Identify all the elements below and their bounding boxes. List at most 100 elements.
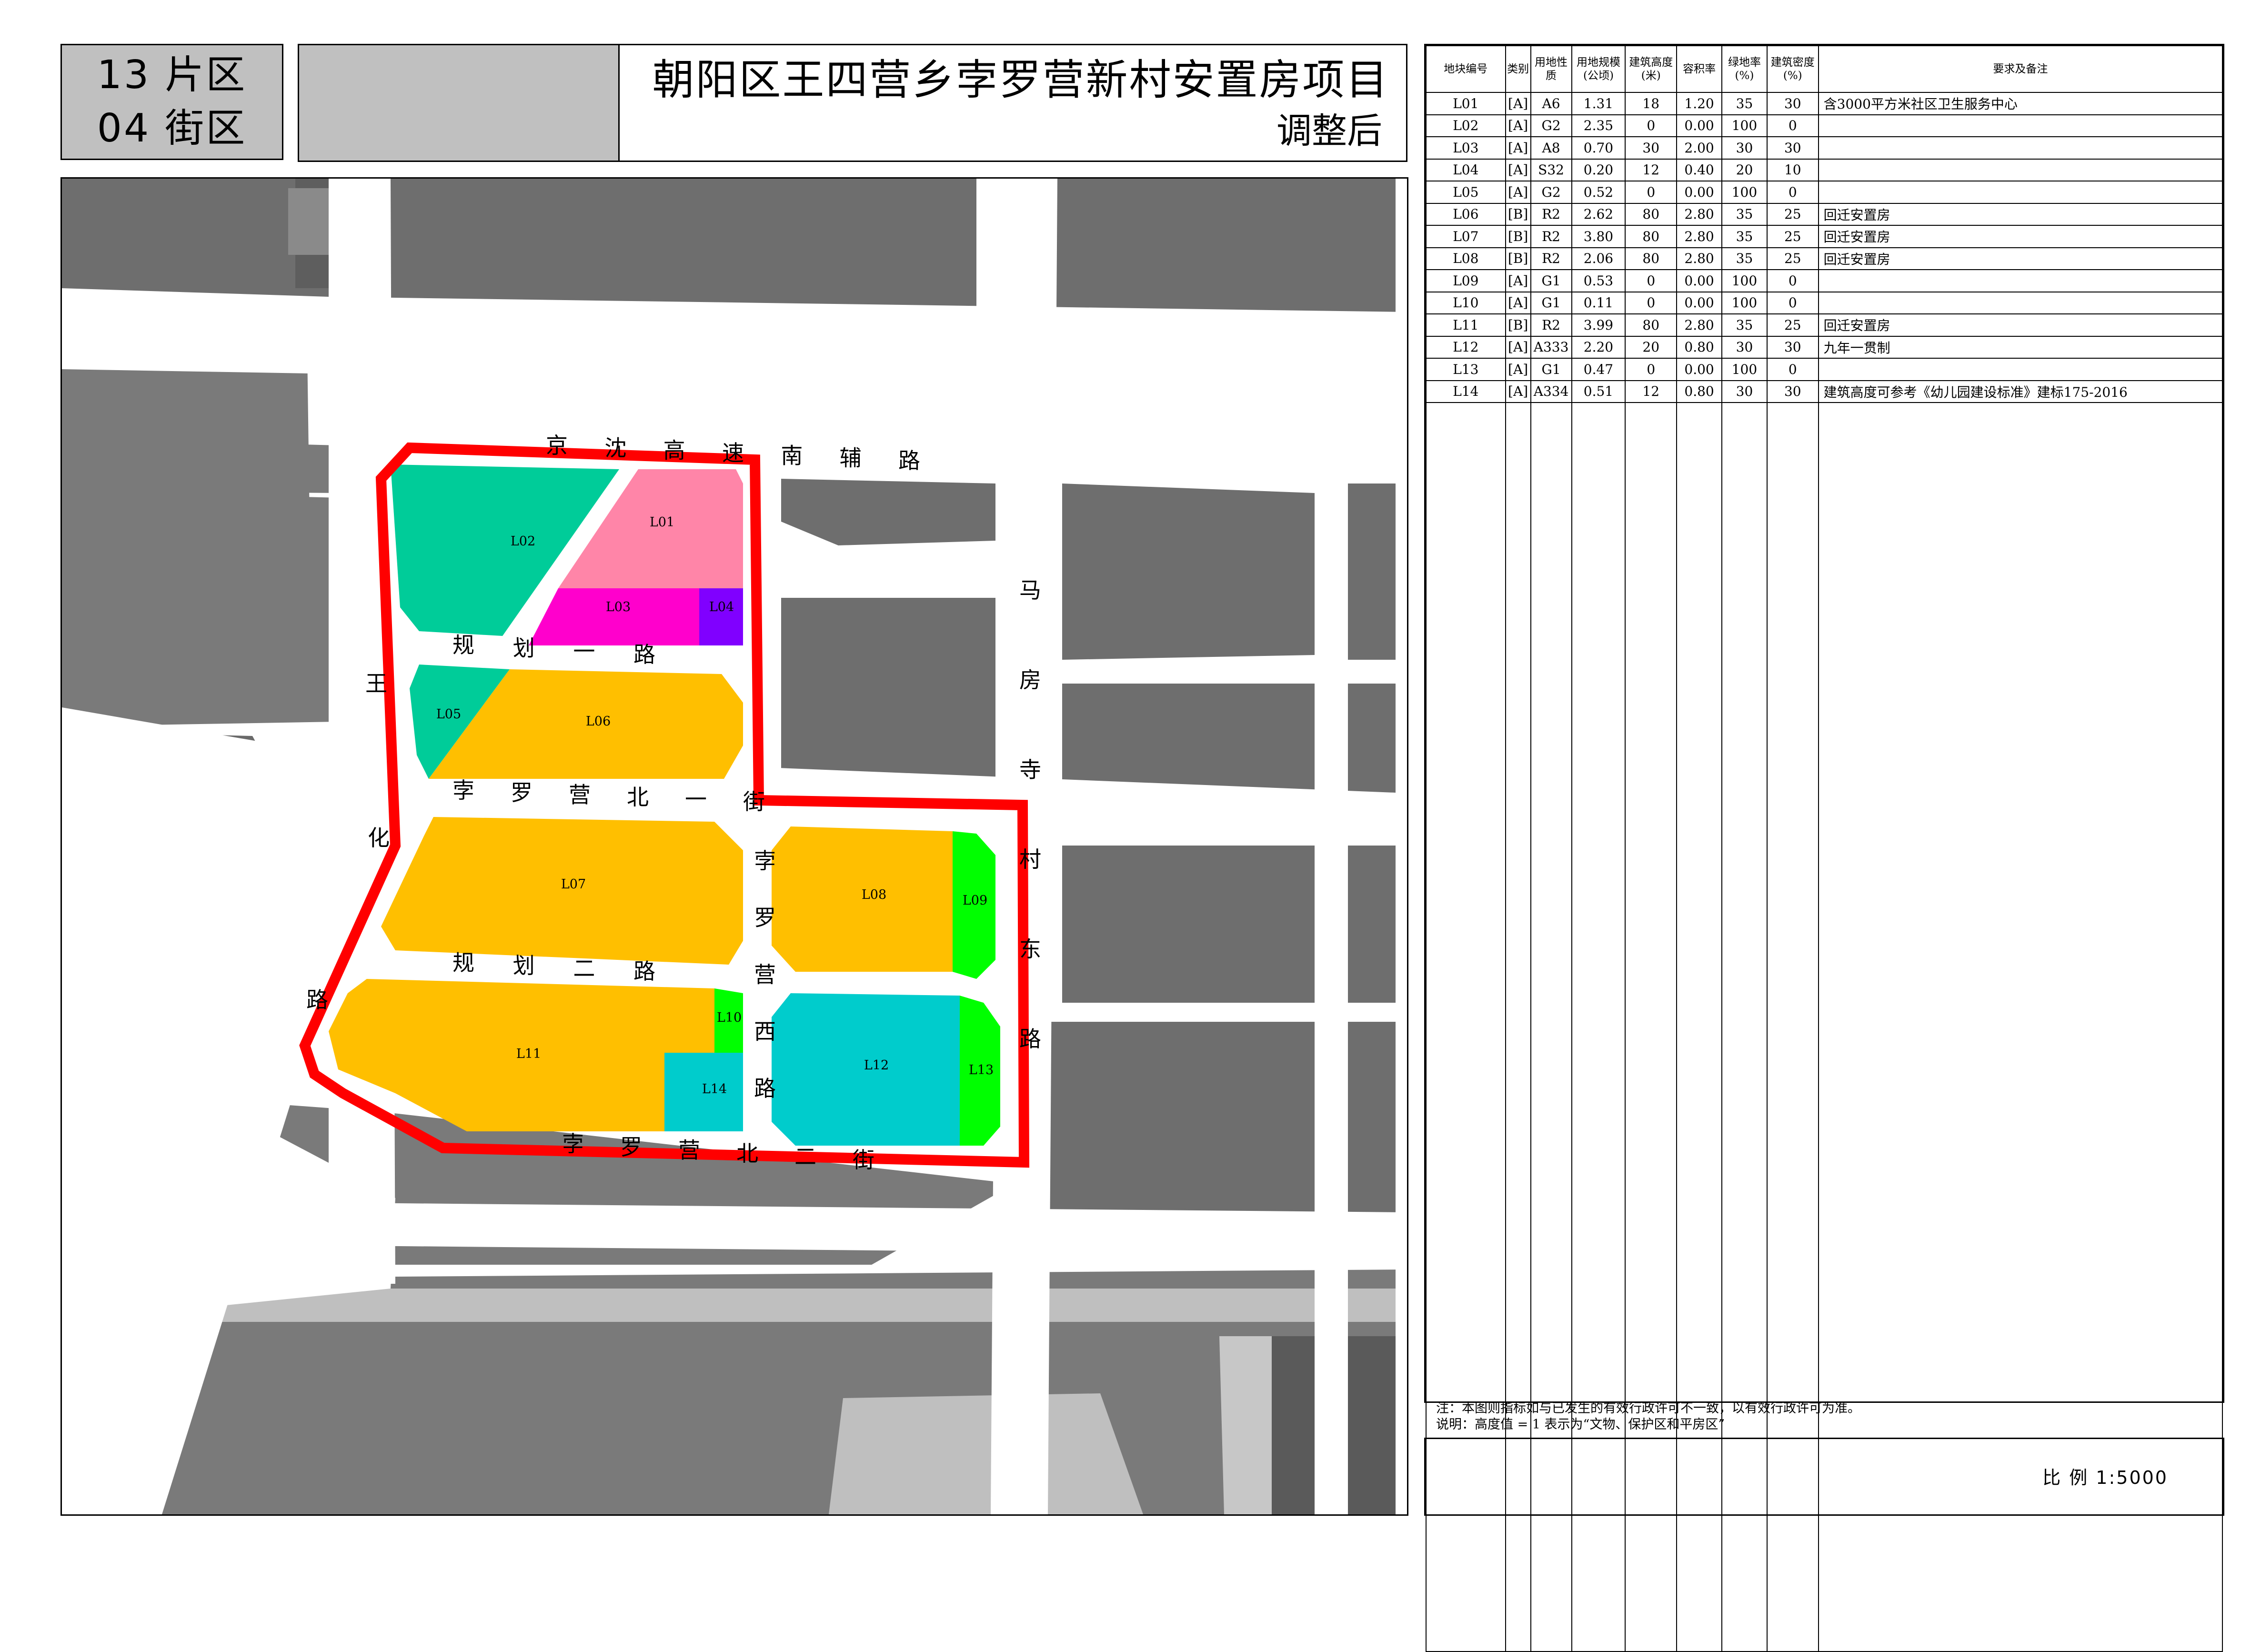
table-cell-area: 0.70: [1571, 136, 1626, 160]
col-header-class: 类别: [1505, 45, 1531, 93]
block: [829, 1393, 1143, 1514]
table-cell-green: 100: [1721, 114, 1768, 137]
table-cell-density: 0: [1766, 114, 1819, 137]
block-number: 04 街区: [97, 106, 247, 151]
block: [1062, 846, 1315, 1003]
parcel-label-L14: L14: [702, 1082, 727, 1097]
col-header-area: 用地规模(公顷): [1571, 45, 1626, 93]
table-cell-density: 10: [1766, 158, 1819, 181]
table-cell-id: L04: [1426, 158, 1506, 181]
table-cell-far: 2.00: [1676, 136, 1723, 160]
table-row: L10 [A] G1 0.11 0 0.00 100 0: [1426, 291, 2223, 314]
table-cell-density: 25: [1766, 313, 1819, 337]
table-cell-density: 0: [1766, 269, 1819, 292]
table-cell-far: 2.80: [1676, 202, 1723, 226]
table-cell-note: [1818, 181, 2223, 204]
map-canvas: L02 L01 L03 L04 L05 L06 L07 L08 L09 L10 …: [62, 179, 1407, 1514]
table-row: L11 [B] R2 3.99 80 2.80 35 25 回迁安置房: [1426, 313, 2223, 337]
table-cell-use: R2: [1530, 247, 1572, 270]
block: [288, 188, 331, 255]
table-row: L14 [A] A334 0.51 12 0.80 30 30 建筑高度可参考《幼儿园建设标准》…: [1426, 380, 2223, 403]
col-header-far: 容积率: [1676, 45, 1723, 93]
table-cell-area: 1.31: [1571, 92, 1626, 115]
parcel-label-L04: L04: [709, 600, 734, 614]
table-cell-id: L13: [1426, 358, 1506, 381]
parcel-label-L05: L05: [436, 707, 461, 722]
parcel-label-L10: L10: [717, 1010, 742, 1025]
table-cell-height: 20: [1625, 335, 1678, 359]
table-cell-cls: [B]: [1505, 225, 1531, 248]
table-cell-height: 12: [1625, 380, 1678, 403]
table-cell-area: 2.20: [1571, 335, 1626, 359]
table-cell-note: [1818, 269, 2223, 292]
table-row: L02 [A] G2 2.35 0 0.00 100 0: [1426, 114, 2223, 137]
table-cell-height: 0: [1625, 181, 1678, 204]
table-cell-density: 0: [1766, 291, 1819, 314]
table-cell-cls: [A]: [1505, 181, 1531, 204]
table-cell-id: L01: [1426, 92, 1506, 115]
block: [62, 179, 976, 307]
table-cell-use: G2: [1530, 181, 1572, 204]
table-row: L05 [A] G2 0.52 0 0.00 100 0: [1426, 181, 2223, 204]
table-cell-id: L05: [1426, 181, 1506, 204]
table-row: L01 [A] A6 1.31 18 1.20 35 30 含3000平方米社区卫生服务中心: [1426, 92, 2223, 115]
title-box: 朝阳区王四营乡孛罗营新村安置房项目 调整后: [298, 44, 1407, 162]
table-cell-cls: [B]: [1505, 313, 1531, 337]
table-cell-far: 1.20: [1676, 92, 1723, 115]
table-cell-density: 0: [1766, 358, 1819, 381]
table-cell-use: A334: [1530, 380, 1572, 403]
table-cell-cls: [A]: [1505, 358, 1531, 381]
table-cell-id: L06: [1426, 202, 1506, 226]
table-cell-density: 30: [1766, 136, 1819, 160]
table-cell-note: 回迁安置房: [1818, 247, 2223, 270]
table-cell-cls: [A]: [1505, 114, 1531, 137]
table-cell-id: L09: [1426, 269, 1506, 292]
table-cell-green: 35: [1721, 247, 1768, 270]
table-cell-cls: [A]: [1505, 158, 1531, 181]
note-line-1: 注：本图则指标如与已发生的有效行政许可不一致，以有效行政许可为准。: [1436, 1401, 1860, 1416]
table-cell-id: L02: [1426, 114, 1506, 137]
table-cell-green: 30: [1721, 136, 1768, 160]
table-cell-green: 100: [1721, 291, 1768, 314]
district-label-box: 13 片区 04 街区: [60, 44, 283, 160]
table-cell-height: 80: [1625, 225, 1678, 248]
col-header-id: 地块编号: [1426, 45, 1506, 93]
col-header-height: 建筑高度(米): [1625, 45, 1678, 93]
scale-label: 比 例 1:5000: [2042, 1467, 2168, 1488]
table-cell-use: R2: [1530, 313, 1572, 337]
table-cell-cls: [B]: [1505, 202, 1531, 226]
table-cell-height: 30: [1625, 136, 1678, 160]
table-cell-note: 回迁安置房: [1818, 202, 2223, 226]
table-cell-green: 100: [1721, 269, 1768, 292]
table-cell-density: 25: [1766, 247, 1819, 270]
col-header-density: 建筑密度(%): [1766, 45, 1819, 93]
table-cell-green: 30: [1721, 335, 1768, 359]
indicator-table-box: 地块编号 类别 用地性质 用地规模(公顷) 建筑高度(米) 容积率 绿地率(%)…: [1424, 44, 2224, 1652]
table-cell-note: 含3000平方米社区卫生服务中心: [1818, 92, 2223, 115]
table-cell-cls: [A]: [1505, 380, 1531, 403]
table-cell-use: S32: [1530, 158, 1572, 181]
table-cell-height: 80: [1625, 202, 1678, 226]
table-cell-green: 30: [1721, 380, 1768, 403]
parcel-label-L06: L06: [586, 714, 611, 729]
table-cell-green: 100: [1721, 181, 1768, 204]
table-cell-use: R2: [1530, 202, 1572, 226]
table-cell-far: 0.00: [1676, 358, 1723, 381]
table-cell-use: G2: [1530, 114, 1572, 137]
table-cell-id: L08: [1426, 247, 1506, 270]
table-cell-density: 25: [1766, 225, 1819, 248]
block: [62, 438, 341, 493]
table-cell-area: 0.20: [1571, 158, 1626, 181]
table-cell-green: 100: [1721, 358, 1768, 381]
table-cell-id: L10: [1426, 291, 1506, 314]
table-cell-use: G1: [1530, 269, 1572, 292]
table-cell-note: 回迁安置房: [1818, 313, 2223, 337]
table-cell-cls: [A]: [1505, 291, 1531, 314]
table-cell-note: 建筑高度可参考《幼儿园建设标准》建标175-2016: [1818, 380, 2223, 403]
table-cell-far: 2.80: [1676, 247, 1723, 270]
notes: 注：本图则指标如与已发生的有效行政许可不一致，以有效行政许可为准。 说明：高度值…: [1436, 1400, 1860, 1433]
table-cell-cls: [B]: [1505, 247, 1531, 270]
table-cell-density: 30: [1766, 335, 1819, 359]
parcel-label-L07: L07: [561, 877, 586, 892]
parcel-label-L11: L11: [516, 1047, 541, 1061]
